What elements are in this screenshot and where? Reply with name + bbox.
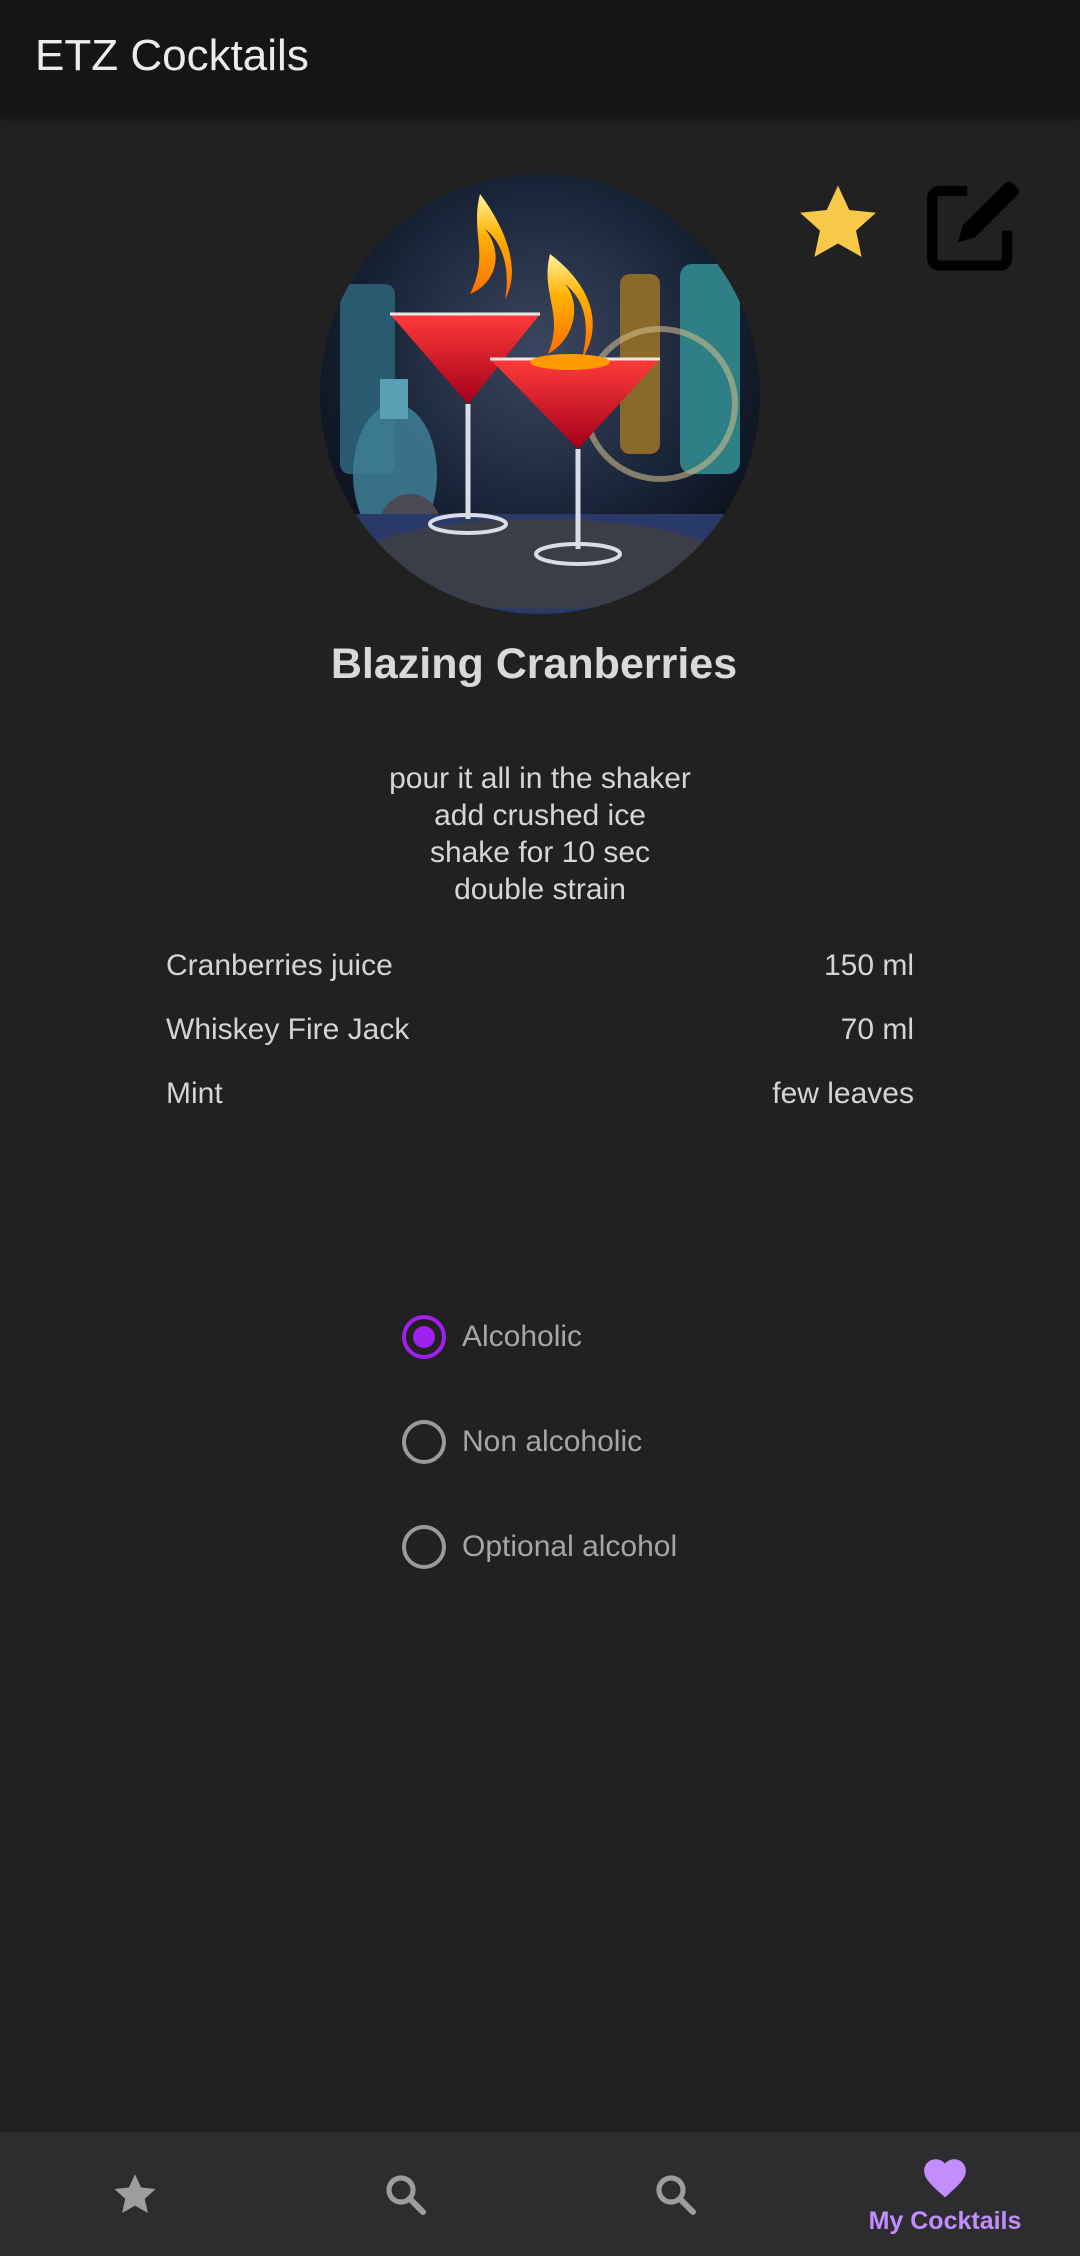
star-icon <box>800 185 876 257</box>
ingredient-row: Cranberries juice 150 ml <box>166 934 914 998</box>
radio-label: Non alcoholic <box>462 1424 643 1458</box>
nav-label: My Cocktails <box>868 2206 1022 2235</box>
ingredient-name: Mint <box>166 1077 223 1110</box>
ingredient-row: Mint few leaves <box>166 1062 914 1126</box>
radio-label: Alcoholic <box>462 1319 583 1353</box>
edit-button[interactable] <box>912 166 1032 286</box>
edit-square-icon <box>927 180 1019 271</box>
star-icon <box>114 2174 156 2213</box>
instruction-line: double strain <box>454 873 626 906</box>
radio-button[interactable] <box>402 1419 446 1464</box>
nav-search-1[interactable] <box>270 2132 540 2256</box>
radio-non-alcoholic[interactable]: Non alcoholic <box>402 1389 802 1494</box>
heart-icon <box>924 2158 966 2197</box>
favorite-button[interactable] <box>790 174 886 270</box>
ingredient-amount: 70 ml <box>840 1013 914 1046</box>
alcohol-type-radio-group: Alcoholic Non alcoholic Optional alcohol <box>402 1284 802 1599</box>
cocktail-name: Blazing Cranberries <box>330 640 738 688</box>
instructions: pour it all in the shaker add crushed ic… <box>0 760 1080 908</box>
instruction-line: pour it all in the shaker <box>389 762 691 795</box>
nav-my-cocktails[interactable]: My Cocktails <box>810 2132 1080 2256</box>
ingredient-amount: 150 ml <box>823 949 914 982</box>
radio-alcoholic[interactable]: Alcoholic <box>402 1284 802 1389</box>
bottom-navigation: My Cocktails <box>0 2132 1080 2256</box>
instruction-line: add crushed ice <box>434 799 646 832</box>
cocktail-photo <box>320 174 760 614</box>
radio-label: Optional alcohol <box>462 1529 678 1563</box>
search-icon <box>386 2175 426 2215</box>
ingredient-row: Whiskey Fire Jack 70 ml <box>166 998 914 1062</box>
app-bar: ETZ Cocktails <box>0 0 1080 116</box>
radio-optional-alcohol[interactable]: Optional alcohol <box>402 1494 802 1599</box>
ingredient-name: Cranberries juice <box>166 949 393 982</box>
ingredients-list: Cranberries juice 150 ml Whiskey Fire Ja… <box>166 934 914 1126</box>
ingredient-amount: few leaves <box>772 1077 914 1110</box>
nav-favorites[interactable] <box>0 2132 270 2256</box>
radio-button-checked[interactable] <box>402 1314 446 1359</box>
instruction-line: shake for 10 sec <box>429 836 651 869</box>
ingredient-name: Whiskey Fire Jack <box>166 1013 410 1046</box>
nav-search-2[interactable] <box>540 2132 810 2256</box>
search-icon <box>656 2175 696 2215</box>
app-title: ETZ Cocktails <box>35 31 309 80</box>
radio-button[interactable] <box>402 1524 446 1569</box>
